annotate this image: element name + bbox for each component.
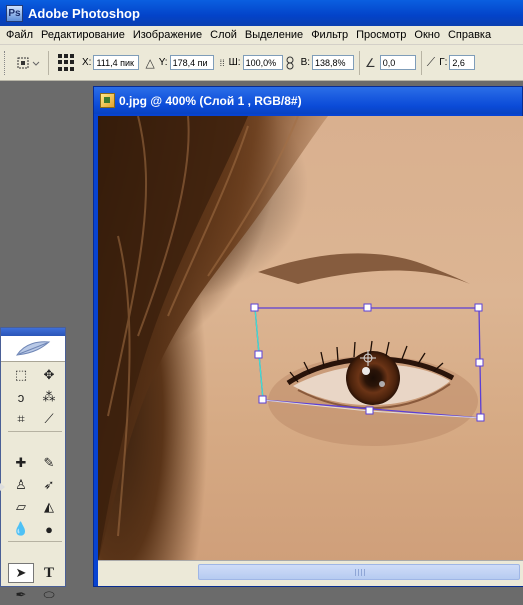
healing-brush-tool-icon[interactable]: ✚ <box>8 453 34 473</box>
options-grip[interactable] <box>4 50 7 75</box>
crop-tool-icon[interactable]: ⌗ <box>8 409 34 429</box>
x-label: X: <box>82 57 92 68</box>
document-window: 0.jpg @ 400% (Слой 1 , RGB/8#) <box>93 86 523 587</box>
menu-image[interactable]: Изображение <box>129 29 206 41</box>
pen-tool-icon[interactable]: ✒ <box>8 585 34 605</box>
bucket-tool-icon[interactable]: ◭ <box>36 497 62 517</box>
skew-horizontal-field[interactable]: 2,6 <box>449 55 476 70</box>
menu-view[interactable]: Просмотр <box>352 29 410 41</box>
blur-tool-icon[interactable]: 💧 <box>8 519 34 539</box>
slice-tool-icon[interactable]: ⟋ <box>36 409 62 429</box>
tool-grid: ⬚ ✥ ↄ ⁂ ⌗ ⟋ ✚ ✎ ♙ ➶ ▱ ◭ 💧 ● ➤ T ✒ ⬭ <box>1 362 65 605</box>
photo-eye-closeup <box>98 116 485 562</box>
adobe-feather-logo[interactable] <box>1 336 65 362</box>
app-titlebar: Ps Adobe Photoshop <box>0 0 523 26</box>
scrollbar-thumb[interactable] <box>198 564 520 580</box>
document-titlebar[interactable]: 0.jpg @ 400% (Слой 1 , RGB/8#) <box>94 87 522 114</box>
menu-layer[interactable]: Слой <box>206 29 241 41</box>
document-title: 0.jpg @ 400% (Слой 1 , RGB/8#) <box>119 93 302 108</box>
options-separator <box>48 50 49 75</box>
image-file-icon <box>100 93 115 108</box>
link-proportions-icon[interactable] <box>286 56 294 70</box>
type-tool-icon[interactable]: T <box>36 563 62 583</box>
eraser-tool-icon[interactable]: ▱ <box>8 497 34 517</box>
menu-window[interactable]: Окно <box>410 29 444 41</box>
app-title: Adobe Photoshop <box>28 5 140 21</box>
height-label: В: <box>300 57 311 68</box>
x-position-field[interactable]: 111,4 пик <box>93 55 140 70</box>
menu-select[interactable]: Выделение <box>241 29 307 41</box>
dodge-tool-icon[interactable]: ● <box>36 519 62 539</box>
toolbox-panel: ⬚ ✥ ↄ ⁂ ⌗ ⟋ ✚ ✎ ♙ ➶ ▱ ◭ 💧 ● ➤ T ✒ ⬭ <box>0 327 66 602</box>
brush-tool-icon[interactable]: ✎ <box>36 453 62 473</box>
rotate-angle-icon: ∠ <box>365 55 376 70</box>
menu-help[interactable]: Справка <box>444 29 495 41</box>
image-canvas[interactable] <box>98 116 523 562</box>
options-bar: X: 111,4 пик △ Y: 178,4 пи ⁞⁞ Ш: 100,0% … <box>0 45 523 81</box>
tool-divider <box>8 431 62 433</box>
y-position-field[interactable]: 178,4 пи <box>169 55 214 70</box>
panel-collapse-arrow-icon[interactable] <box>0 483 5 491</box>
y-label: Y: <box>158 57 168 68</box>
menu-bar: Файл Редактирование Изображение Слой Выд… <box>0 26 523 45</box>
lasso-tool-icon[interactable]: ↄ <box>8 387 34 407</box>
transform-preset-icon[interactable] <box>13 55 43 71</box>
menu-file[interactable]: Файл <box>2 29 37 41</box>
tool-divider <box>8 541 62 543</box>
magic-wand-tool-icon[interactable]: ⁂ <box>36 387 62 407</box>
history-brush-tool-icon[interactable]: ➶ <box>36 475 62 495</box>
photoshop-app-icon: Ps <box>6 4 23 22</box>
shape-tool-icon[interactable]: ⬭ <box>36 585 62 605</box>
marquee-tool-icon[interactable]: ⬚ <box>8 365 34 385</box>
separator-grid-icon: ⁞⁞ <box>219 57 225 68</box>
path-select-tool-icon[interactable]: ➤ <box>8 563 34 583</box>
delta-icon[interactable]: △ <box>145 56 154 70</box>
rotate-angle-field[interactable]: 0,0 <box>379 55 416 70</box>
options-separator <box>420 50 422 75</box>
stamp-tool-icon[interactable]: ♙ <box>8 475 34 495</box>
options-separator <box>359 50 361 75</box>
width-label: Ш: <box>228 57 241 68</box>
horizontal-scrollbar[interactable] <box>98 560 523 586</box>
skew-icon: ⟋ <box>426 55 436 69</box>
width-field[interactable]: 100,0% <box>242 55 283 70</box>
skew-label: Г: <box>439 57 448 68</box>
toolbox-titlebar[interactable] <box>1 328 65 336</box>
reference-point-icon[interactable] <box>58 53 76 72</box>
height-field[interactable]: 138,8% <box>312 55 355 70</box>
move-tool-icon[interactable]: ✥ <box>36 365 62 385</box>
menu-filter[interactable]: Фильтр <box>307 29 352 41</box>
menu-edit[interactable]: Редактирование <box>37 29 129 41</box>
